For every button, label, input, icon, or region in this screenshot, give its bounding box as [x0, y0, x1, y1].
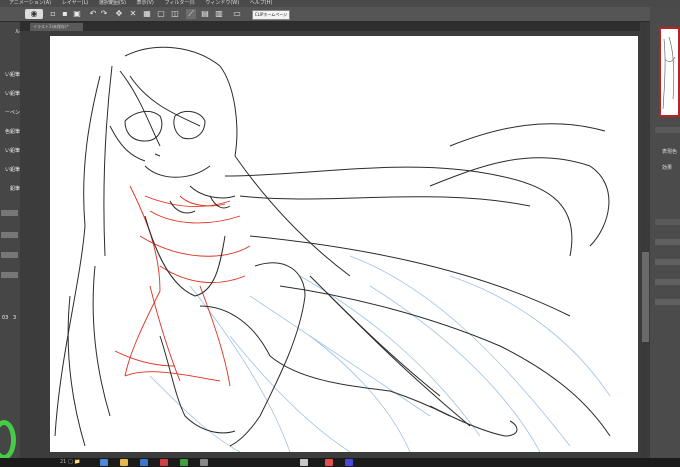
- subtool-item[interactable]: 色鉛筆: [0, 128, 20, 137]
- sketch-illustration: [54, 46, 611, 452]
- menu-filter[interactable]: フィルター(I): [164, 0, 194, 7]
- menu-layer[interactable]: レイヤー(L): [62, 0, 89, 7]
- edge-icon[interactable]: [140, 459, 148, 466]
- color-wheel[interactable]: [0, 420, 16, 460]
- menu-view[interactable]: 表示(V): [137, 0, 154, 7]
- subtool-item[interactable]: 鉛筆: [0, 185, 20, 194]
- canvas-vertical-scrollbar[interactable]: [641, 22, 650, 458]
- layer-toolbar-row[interactable]: [655, 219, 680, 225]
- right-panel: 表現色 効果: [650, 7, 680, 458]
- deselect-icon[interactable]: ▢: [156, 9, 166, 19]
- menu-help[interactable]: ヘルプ(H): [250, 0, 273, 7]
- menu-animation[interactable]: アニメーション(A): [9, 0, 51, 7]
- redo-icon[interactable]: ↷: [99, 9, 109, 19]
- app-icon[interactable]: [200, 459, 208, 466]
- property-slider[interactable]: [1, 252, 18, 258]
- new-file-icon[interactable]: ▫: [48, 9, 58, 19]
- property-slider[interactable]: [1, 210, 18, 216]
- invert-selection-icon[interactable]: ◫: [170, 9, 180, 19]
- subtool-item[interactable]: い鉛筆: [0, 147, 20, 156]
- layer-row[interactable]: [655, 259, 680, 265]
- brush-size-value[interactable]: 3: [13, 314, 33, 323]
- clear-icon[interactable]: ✕: [128, 9, 138, 19]
- tab-document[interactable]: イラスト1(未保存)*: [30, 23, 83, 31]
- subtool-item[interactable]: ーペン: [0, 109, 20, 118]
- scrollbar-thumb[interactable]: [642, 252, 649, 342]
- document-tab-bar: イラスト1(未保存)*: [20, 22, 640, 31]
- property-slider[interactable]: [1, 232, 18, 238]
- menu-bar: アニメーション(A) レイヤー(L) 選択範囲(S) 表示(V) フィルター(I…: [0, 0, 680, 7]
- windows-taskbar: 21 □ 📁: [0, 458, 680, 467]
- menu-window[interactable]: ウィンドウ(W): [205, 0, 239, 7]
- transform-icon[interactable]: ✥: [114, 9, 124, 19]
- taskbar-status: 21 □ 📁: [60, 459, 81, 465]
- windows-icon[interactable]: [100, 459, 108, 466]
- eye-icon[interactable]: ◉: [25, 9, 43, 19]
- settings-icon[interactable]: ▭: [232, 9, 242, 19]
- menu-selection[interactable]: 選択範囲(S): [99, 0, 126, 7]
- navigator-thumbnail: [662, 36, 676, 110]
- snap-ruler-icon[interactable]: ⟋: [186, 9, 196, 19]
- navigator-preview[interactable]: [659, 27, 680, 117]
- property-slider[interactable]: [1, 272, 18, 278]
- undo-icon[interactable]: ↶: [88, 9, 98, 19]
- left-subtool-panel: ル い鉛筆 い鉛筆 ーペン 色鉛筆 い鉛筆 い鉛筆 鉛筆 03 3: [0, 22, 20, 460]
- command-toolbar: ◉ ▫ ▪ ▣ ↶ ↷ ✥ ✕ ▦ ▢ ◫ ⟋ ▤ ▥ ▭ CLIPホームページ: [0, 7, 650, 22]
- layer-row[interactable]: [655, 299, 680, 305]
- app-icon[interactable]: [180, 459, 188, 466]
- drawing-canvas[interactable]: [50, 36, 638, 452]
- folder-icon[interactable]: [120, 459, 128, 466]
- subtool-item[interactable]: い鉛筆: [0, 90, 20, 99]
- effect-label: 効果: [662, 165, 673, 171]
- app-icon[interactable]: [325, 459, 333, 466]
- app-icon[interactable]: [160, 459, 168, 466]
- snap-grid-icon[interactable]: ▤: [200, 9, 210, 19]
- home-page-button[interactable]: CLIPホームページ: [252, 10, 290, 20]
- subtool-item[interactable]: ル: [0, 28, 20, 37]
- expression-color-label: 表現色: [662, 149, 678, 155]
- panel-toolbar-row[interactable]: [655, 127, 680, 133]
- subtool-item[interactable]: い鉛筆: [0, 166, 20, 175]
- layer-row[interactable]: [655, 239, 680, 245]
- save-icon[interactable]: ▣: [72, 9, 82, 19]
- open-file-icon[interactable]: ▪: [60, 9, 70, 19]
- clip-studio-icon[interactable]: [300, 459, 308, 466]
- fill-icon[interactable]: ▦: [142, 9, 152, 19]
- app-icon[interactable]: [345, 459, 353, 466]
- subtool-item[interactable]: い鉛筆: [0, 71, 20, 80]
- snap-special-icon[interactable]: ▥: [214, 9, 224, 19]
- layer-row[interactable]: [655, 279, 680, 285]
